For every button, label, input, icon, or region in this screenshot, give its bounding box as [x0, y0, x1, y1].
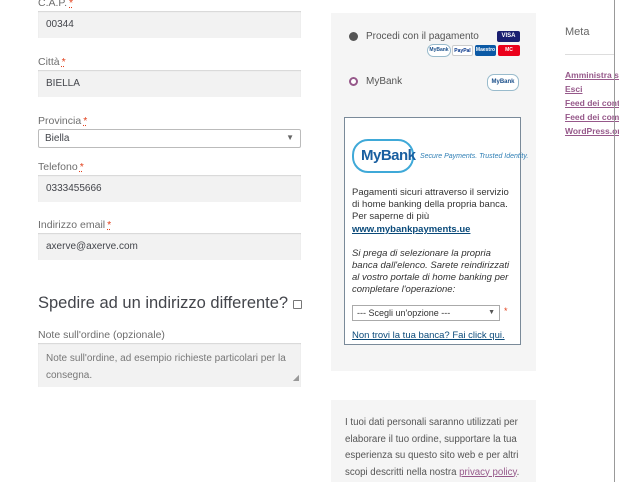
- notes-label: Note sull'ordine (opzionale): [38, 329, 165, 341]
- bank-not-found-link[interactable]: Non trovi la tua banca? Fai click qui.: [352, 330, 505, 341]
- citta-label: Città *: [38, 56, 66, 68]
- citta-input[interactable]: [38, 70, 301, 97]
- mybank-tagline: Secure Payments. Trusted Identity.: [420, 153, 529, 160]
- payment-option-card-label: Procedi con il pagamento: [366, 31, 479, 42]
- visa-icon: VISA: [497, 31, 520, 42]
- ship-different-checkbox[interactable]: [293, 300, 302, 309]
- maestro-icon: Maestro: [475, 45, 496, 56]
- window-edge: [614, 0, 615, 482]
- email-label: Indirizzo email *: [38, 219, 112, 231]
- telefono-label: Telefono *: [38, 161, 84, 173]
- mybank-description: Pagamenti sicuri attraverso il servizio …: [352, 187, 509, 222]
- privacy-text: I tuoi dati personali saranno utilizzati…: [345, 415, 527, 481]
- bank-select-placeholder: --- Scegli un'opzione ---: [357, 308, 451, 318]
- resize-handle-icon[interactable]: ◢: [293, 369, 299, 386]
- required-mark: *: [83, 115, 88, 127]
- meta-link-admin[interactable]: Amministra sito: [565, 70, 619, 80]
- provincia-select[interactable]: Biella ▼: [38, 129, 301, 148]
- mybank-logo-text: MyBank: [361, 147, 416, 164]
- required-mark: *: [107, 219, 112, 231]
- meta-widget-title: Meta: [565, 26, 590, 38]
- bank-required-mark: *: [504, 306, 508, 316]
- meta-link-logout[interactable]: Esci: [565, 84, 619, 94]
- notes-textarea[interactable]: Note sull'ordine, ad esempio richieste p…: [38, 343, 301, 387]
- meta-link-wordpress[interactable]: WordPress.org: [565, 126, 619, 136]
- paypal-icon: PayPal: [452, 45, 473, 56]
- mybank-website-link[interactable]: www.mybankpayments.ue: [352, 224, 470, 235]
- required-mark: *: [61, 56, 66, 68]
- mybank-logo-icon: MyBank: [487, 74, 519, 91]
- provincia-selected-value: Biella: [45, 133, 70, 144]
- payment-radio-card[interactable]: [349, 32, 358, 41]
- email-input[interactable]: [38, 233, 301, 260]
- privacy-text-end: .: [516, 466, 520, 478]
- mastercard-icon: MC: [498, 45, 520, 56]
- mybank-instruction: Si prega di selezionare la propria banca…: [352, 248, 510, 295]
- bank-select[interactable]: --- Scegli un'opzione --- ▼: [352, 305, 500, 321]
- meta-link-feed-comments[interactable]: Feed dei commenti: [565, 112, 619, 122]
- cap-label: C.A.P. *: [38, 0, 73, 9]
- required-mark: *: [79, 161, 84, 173]
- chevron-down-icon: ▼: [488, 309, 495, 316]
- payment-option-mybank-label: MyBank: [366, 76, 403, 87]
- telefono-input[interactable]: [38, 175, 301, 202]
- meta-divider: [565, 54, 615, 55]
- privacy-policy-link[interactable]: privacy policy: [459, 467, 516, 478]
- notes-placeholder: Note sull'ordine, ad esempio richieste p…: [46, 353, 286, 381]
- cap-input[interactable]: [38, 11, 301, 38]
- mybank-small-logo-icon: MyBank: [427, 44, 451, 57]
- provincia-label: Provincia *: [38, 115, 88, 127]
- required-mark: *: [69, 0, 74, 9]
- payment-radio-mybank[interactable]: [349, 77, 358, 86]
- ship-different-title: Spedire ad un indirizzo differente?: [38, 294, 289, 312]
- chevron-down-icon: ▼: [286, 133, 294, 142]
- meta-link-feed-entries[interactable]: Feed dei contenuti: [565, 98, 619, 108]
